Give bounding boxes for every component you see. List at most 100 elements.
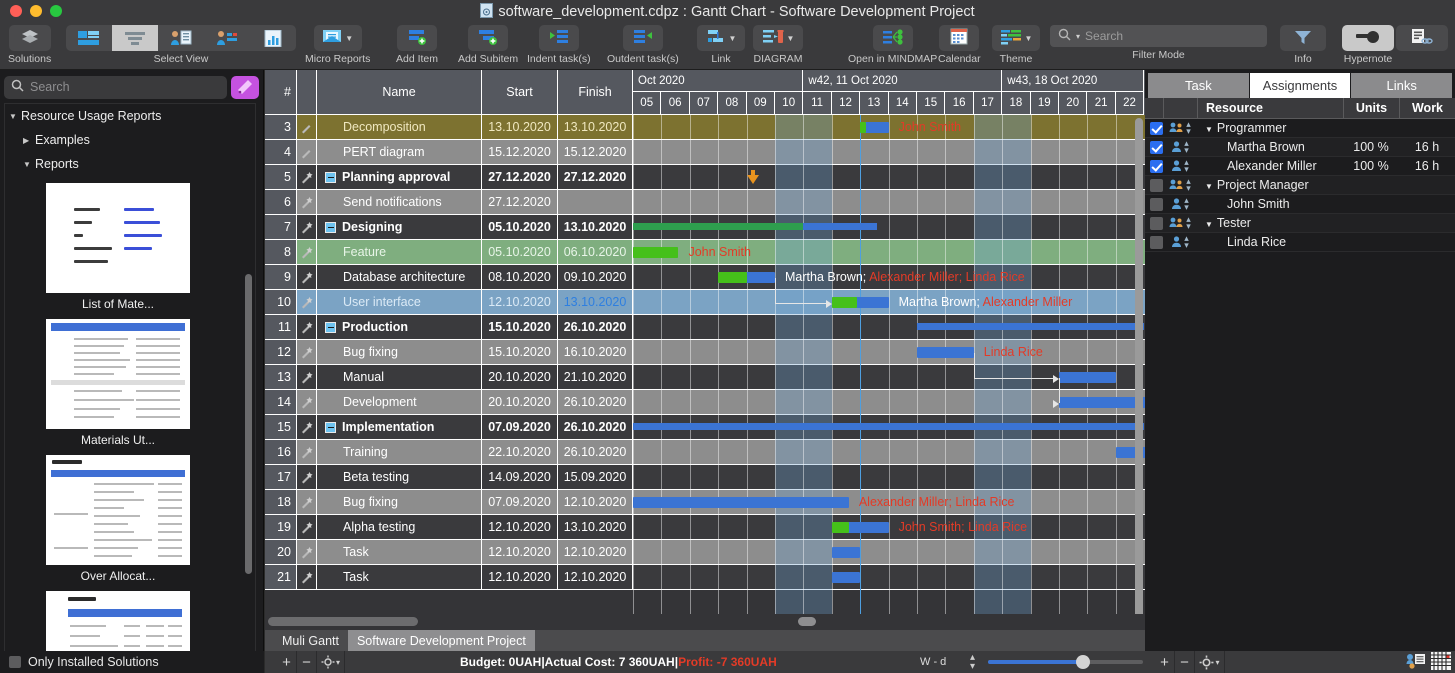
tab-task[interactable]: Task	[1148, 73, 1249, 98]
task-type-icon[interactable]	[297, 240, 317, 265]
assignment-checkbox[interactable]	[1150, 198, 1163, 211]
report-thumbnail-item[interactable]: Over Allocat...	[46, 591, 255, 659]
column-header-work[interactable]: Work	[1399, 98, 1455, 118]
report-thumbnail-item[interactable]: Materials Ut...	[46, 319, 255, 447]
toolbar-button-theme[interactable]: ▼ Theme	[992, 22, 1040, 70]
sidebar-item-reports[interactable]: ▼ Reports	[5, 152, 255, 176]
task-type-icon[interactable]	[297, 365, 317, 390]
sort-chevrons-icon[interactable]: ▴▾	[1186, 121, 1191, 135]
view-button-resource[interactable]	[158, 25, 204, 51]
select-view-segmented[interactable]	[66, 25, 296, 51]
assignment-checkbox[interactable]	[1150, 236, 1163, 249]
assignment-checkbox[interactable]	[1150, 122, 1163, 135]
chevron-down-icon[interactable]: ▼	[9, 112, 21, 121]
sort-chevrons-icon[interactable]: ▴▾	[1186, 178, 1191, 192]
search-scope-chevron-icon[interactable]: ▾	[1076, 32, 1080, 41]
collapse-icon[interactable]	[325, 322, 336, 333]
magic-wand-icon[interactable]	[231, 76, 259, 99]
project-tab-bar[interactable]: Muli Gantt Software Development Project	[265, 630, 1145, 651]
assignment-checkbox[interactable]	[1150, 141, 1163, 154]
remove-row-button[interactable]: −	[297, 651, 317, 673]
toolbar-search-box[interactable]: ▾	[1050, 25, 1267, 47]
task-bar[interactable]	[633, 497, 849, 508]
chevron-down-icon[interactable]: ▼	[345, 34, 353, 43]
assignment-checkbox[interactable]	[1150, 160, 1163, 173]
group-icon[interactable]: ▴▾	[1163, 121, 1197, 135]
timeline-horizontal-scrollbar[interactable]	[798, 617, 816, 626]
chevron-down-icon[interactable]: ▼	[1205, 182, 1213, 191]
assignment-row[interactable]: ▴▾John Smith	[1145, 195, 1455, 214]
toolbar-button-calendar[interactable]: Calendar	[938, 22, 981, 70]
task-type-icon[interactable]	[297, 190, 317, 215]
sort-chevrons-icon[interactable]: ▴▾	[1184, 159, 1189, 173]
add-assignment-button[interactable]: +	[1155, 651, 1175, 673]
chevron-down-icon[interactable]: ▼	[1205, 125, 1213, 134]
remove-assignment-button[interactable]: −	[1175, 651, 1195, 673]
add-row-button[interactable]: +	[277, 651, 297, 673]
toolbar-button-filter-mode[interactable]: Info	[1280, 22, 1326, 70]
toolbar-button-link[interactable]: ▼ Link	[697, 22, 745, 70]
collapse-icon[interactable]	[325, 172, 336, 183]
settings-icon[interactable]: ▾	[317, 651, 345, 673]
task-type-icon[interactable]	[297, 440, 317, 465]
toolbar-button-micro-reports[interactable]: ▼ Micro Reports	[305, 22, 370, 70]
zoom-slider[interactable]	[988, 660, 1143, 664]
task-type-icon[interactable]	[297, 515, 317, 540]
person-icon[interactable]: ▴▾	[1163, 140, 1197, 154]
person-icon[interactable]: ▴▾	[1163, 235, 1197, 249]
chevron-down-icon[interactable]: ▼	[729, 34, 737, 43]
column-header-units[interactable]: Units	[1343, 98, 1399, 118]
summary-bar[interactable]	[633, 423, 1144, 430]
sidebar-search-input[interactable]	[30, 80, 220, 94]
settings-icon[interactable]: ▾	[1195, 651, 1225, 673]
collapse-icon[interactable]	[325, 222, 336, 233]
person-icon[interactable]: ▴▾	[1163, 159, 1197, 173]
gantt-vertical-scrollbar[interactable]	[1135, 118, 1143, 626]
task-type-icon[interactable]	[297, 115, 317, 140]
column-header-resource[interactable]: Resource	[1197, 98, 1343, 118]
footer-view-icons[interactable]	[1406, 652, 1451, 673]
task-type-icon[interactable]	[297, 140, 317, 165]
assignment-checkbox[interactable]	[1150, 179, 1163, 192]
column-header-finish[interactable]: Finish	[558, 70, 633, 115]
toolbar-button-indent[interactable]: Indent task(s)	[527, 22, 591, 70]
tab-links[interactable]: Links	[1351, 73, 1452, 98]
task-type-icon[interactable]	[297, 465, 317, 490]
summary-bar[interactable]	[917, 323, 1144, 330]
group-icon[interactable]: ▴▾	[1163, 178, 1197, 192]
assignment-row[interactable]: ▴▾Linda Rice	[1145, 233, 1455, 252]
gantt-rows[interactable]: 3Decomposition13.10.202013.10.20204PERT …	[265, 115, 1145, 633]
task-type-icon[interactable]	[297, 315, 317, 340]
only-installed-solutions-checkbox[interactable]	[9, 656, 21, 668]
chevron-down-icon[interactable]: ▼	[787, 34, 795, 43]
assignment-row[interactable]: ▴▾Martha Brown100 %16 h	[1145, 138, 1455, 157]
chevron-down-icon[interactable]: ▼	[1205, 220, 1213, 229]
toolbar-button-diagram[interactable]: ▼ DIAGRAM	[753, 22, 803, 70]
view-button-report[interactable]	[250, 25, 296, 51]
toolbar-button-outdent[interactable]: Outdent task(s)	[607, 22, 679, 70]
task-bar[interactable]	[832, 572, 860, 583]
chevron-right-icon[interactable]: ▶	[23, 136, 35, 145]
grid-icon[interactable]	[1431, 652, 1451, 673]
sidebar-scrollbar[interactable]	[245, 274, 252, 574]
zoom-stepper[interactable]: ▴▾	[970, 653, 975, 671]
sort-chevrons-icon[interactable]: ▴▾	[1184, 140, 1189, 154]
task-type-icon[interactable]	[297, 565, 317, 590]
person-icon[interactable]: ▴▾	[1163, 197, 1197, 211]
sidebar-item-resource-usage-reports[interactable]: ▼ Resource Usage Reports	[5, 104, 255, 128]
toolbar-button-mindmap[interactable]: Open in MINDMAP	[848, 22, 937, 70]
column-header-icon[interactable]	[297, 70, 317, 115]
toolbar-button-solutions[interactable]: Solutions	[8, 22, 51, 70]
zoom-slider-knob[interactable]	[1076, 655, 1090, 669]
assignment-row[interactable]: ▴▾▼Programmer	[1145, 119, 1455, 138]
tab-assignments[interactable]: Assignments	[1250, 73, 1351, 98]
sort-chevrons-icon[interactable]: ▴▾	[1184, 197, 1189, 211]
assignment-checkbox[interactable]	[1150, 217, 1163, 230]
task-type-icon[interactable]	[297, 290, 317, 315]
report-thumbnail-item[interactable]: List of Mate...	[46, 183, 255, 311]
collapse-icon[interactable]	[325, 422, 336, 433]
sort-chevrons-icon[interactable]: ▴▾	[1186, 216, 1191, 230]
task-bar[interactable]	[917, 347, 974, 358]
inspector-tabs[interactable]: Task Assignments Links	[1145, 70, 1455, 98]
task-type-icon[interactable]	[297, 340, 317, 365]
